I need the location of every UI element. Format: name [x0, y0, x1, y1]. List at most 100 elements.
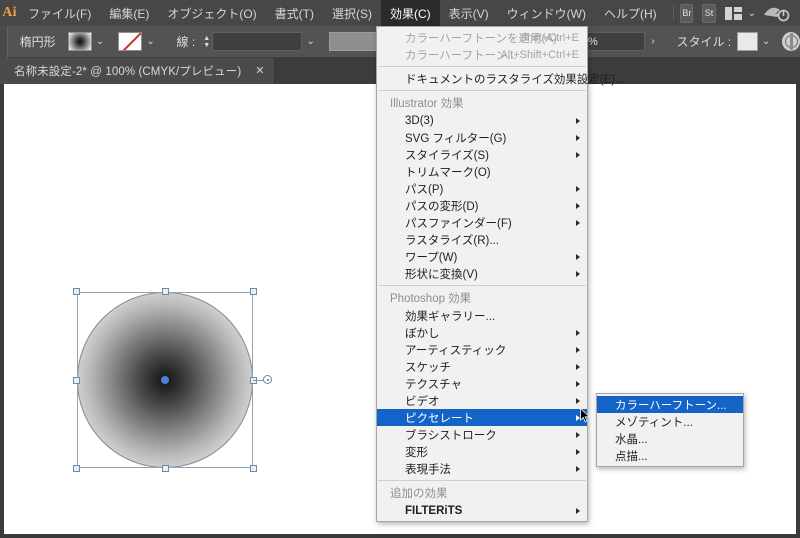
- menu-item-label: スタイライズ(S): [405, 147, 489, 163]
- fill-control[interactable]: ⌄: [68, 32, 109, 51]
- menubar-divider: [673, 6, 674, 21]
- submenu-arrow-icon: [576, 466, 580, 472]
- menu-item-video[interactable]: ビデオ: [377, 392, 587, 409]
- gradient-center-point[interactable]: [161, 376, 169, 384]
- menu-separator: [378, 285, 586, 286]
- handle-bottom-left[interactable]: [73, 465, 80, 472]
- handle-middle-left[interactable]: [73, 377, 80, 384]
- stock-button[interactable]: St: [702, 4, 715, 23]
- pixelate-submenu[interactable]: カラーハーフトーン... メゾティント... 水晶... 点描...: [596, 393, 744, 467]
- graphic-style-swatch[interactable]: [737, 32, 758, 51]
- stroke-swatch[interactable]: [118, 32, 142, 51]
- workspace-grid-icon: [725, 7, 742, 20]
- menu-item-distort[interactable]: 変形: [377, 443, 587, 460]
- menu-section-illustrator-effects: Illustrator 効果: [377, 94, 587, 112]
- menu-item-stylize-photoshop[interactable]: 表現手法: [377, 460, 587, 477]
- menu-type[interactable]: 書式(T): [266, 0, 323, 26]
- menu-item-svg-filters[interactable]: SVG フィルター(G): [377, 129, 587, 146]
- menu-item-pathfinder[interactable]: パスファインダー(F): [377, 214, 587, 231]
- menu-item-label: 水晶...: [615, 431, 648, 447]
- object-type-label: 楕円形: [8, 33, 68, 50]
- fill-chevron-down-icon[interactable]: ⌄: [92, 32, 109, 51]
- menu-separator: [378, 90, 586, 91]
- handle-bottom-right[interactable]: [250, 465, 257, 472]
- fill-swatch[interactable]: [68, 32, 92, 51]
- menu-item-label: ドキュメントのラスタライズ効果設定(E)...: [405, 71, 625, 87]
- submenu-arrow-icon: [576, 186, 580, 192]
- opacity-arrow-icon[interactable]: ›: [645, 32, 661, 51]
- menu-item-label: アーティスティック: [405, 342, 506, 358]
- gradient-rotate-widget[interactable]: [253, 377, 271, 383]
- submenu-item-mezzotint[interactable]: メゾティント...: [597, 413, 743, 430]
- menu-item-3d[interactable]: 3D(3): [377, 112, 587, 129]
- menu-item-effect-gallery[interactable]: 効果ギャラリー...: [377, 307, 587, 324]
- menu-effect[interactable]: 効果(C): [381, 0, 440, 26]
- handle-top-right[interactable]: [250, 288, 257, 295]
- menu-window[interactable]: ウィンドウ(W): [498, 0, 595, 26]
- submenu-arrow-icon: [576, 381, 580, 387]
- menu-item-label: トリムマーク(O): [405, 164, 491, 180]
- stroke-chevron-down-icon[interactable]: ⌄: [142, 32, 159, 51]
- menu-view[interactable]: 表示(V): [440, 0, 498, 26]
- menu-section-photoshop-effects: Photoshop 効果: [377, 289, 587, 307]
- workspace-switcher[interactable]: ⌄: [725, 7, 756, 20]
- submenu-arrow-icon: [576, 135, 580, 141]
- chevron-down-icon: ⌄: [748, 8, 756, 19]
- style-chevron-down-icon[interactable]: ⌄: [758, 32, 774, 51]
- submenu-item-crystallize[interactable]: 水晶...: [597, 430, 743, 447]
- menu-item-pixelate[interactable]: ピクセレート: [377, 409, 587, 426]
- menu-item-texture[interactable]: テクスチャ: [377, 375, 587, 392]
- submenu-arrow-icon: [576, 254, 580, 260]
- stroke-weight-control[interactable]: ▲▼ ⌄: [201, 32, 319, 51]
- document-setup-icon[interactable]: [782, 32, 800, 51]
- stroke-color-control[interactable]: ⌄: [118, 32, 159, 51]
- submenu-item-pointillize[interactable]: 点描...: [597, 447, 743, 464]
- menu-select[interactable]: 選択(S): [323, 0, 381, 26]
- gradient-endpoint-handle[interactable]: [263, 375, 272, 384]
- menu-item-stylize[interactable]: スタイライズ(S): [377, 146, 587, 163]
- bridge-button[interactable]: Br: [680, 4, 693, 23]
- artwork-group[interactable]: [77, 292, 253, 468]
- menu-item-label: 表現手法: [405, 461, 451, 477]
- stroke-weight-chevron-down-icon[interactable]: ⌄: [302, 32, 319, 51]
- menu-item-trim-marks[interactable]: トリムマーク(O): [377, 163, 587, 180]
- menu-edit[interactable]: 編集(E): [100, 0, 158, 26]
- menu-item-document-raster-effect-settings[interactable]: ドキュメントのラスタライズ効果設定(E)...: [377, 70, 587, 87]
- menu-item-convert-to-shape[interactable]: 形状に変換(V): [377, 265, 587, 282]
- document-tab[interactable]: 名称未設定-2* @ 100% (CMYK/プレビュー) ✕: [0, 58, 275, 84]
- menu-item-artistic[interactable]: アーティスティック: [377, 341, 587, 358]
- menu-item-filterits[interactable]: FILTERiTS: [377, 502, 587, 519]
- stroke-weight-stepper[interactable]: ▲▼: [201, 32, 212, 51]
- menu-item-brush-strokes[interactable]: ブラシストローク: [377, 426, 587, 443]
- submenu-arrow-icon: [576, 432, 580, 438]
- menu-object[interactable]: オブジェクト(O): [158, 0, 265, 26]
- menu-item-distort-transform[interactable]: パスの変形(D): [377, 197, 587, 214]
- menu-item-label: 3D(3): [405, 115, 434, 127]
- menu-item-warp[interactable]: ワープ(W): [377, 248, 587, 265]
- creative-cloud-power-icon[interactable]: [762, 3, 790, 23]
- menu-item-label: 効果ギャラリー...: [405, 308, 495, 324]
- style-label: スタイル :: [670, 33, 737, 50]
- menu-item-label: テクスチャ: [405, 376, 462, 392]
- menu-item-rasterize[interactable]: ラスタライズ(R)...: [377, 231, 587, 248]
- menu-item-label: 点描...: [615, 448, 648, 464]
- close-icon[interactable]: ✕: [255, 66, 264, 77]
- menu-item-label: ぼかし: [405, 325, 440, 341]
- stroke-weight-field[interactable]: [212, 32, 302, 51]
- menu-item-sketch[interactable]: スケッチ: [377, 358, 587, 375]
- submenu-item-color-halftone[interactable]: カラーハーフトーン...: [597, 396, 743, 413]
- handle-top-center[interactable]: [162, 288, 169, 295]
- effect-menu-dropdown[interactable]: カラーハーフトーンを適用(A) Shift+Ctrl+E カラーハーフトーン..…: [376, 26, 588, 522]
- menu-file[interactable]: ファイル(F): [19, 0, 100, 26]
- handle-top-left[interactable]: [73, 288, 80, 295]
- menu-item-blur[interactable]: ぼかし: [377, 324, 587, 341]
- menu-item-shortcut: Alt+Shift+Ctrl+E: [500, 49, 579, 61]
- menu-help[interactable]: ヘルプ(H): [595, 0, 666, 26]
- control-bar-grip[interactable]: [0, 26, 8, 58]
- app-logo-icon: Ai: [0, 0, 19, 26]
- menu-item-label: パスの変形(D): [405, 198, 478, 214]
- menu-item-path[interactable]: パス(P): [377, 180, 587, 197]
- handle-bottom-center[interactable]: [162, 465, 169, 472]
- menu-item-label: ブラシストローク: [405, 427, 497, 443]
- mouse-cursor: [580, 408, 591, 423]
